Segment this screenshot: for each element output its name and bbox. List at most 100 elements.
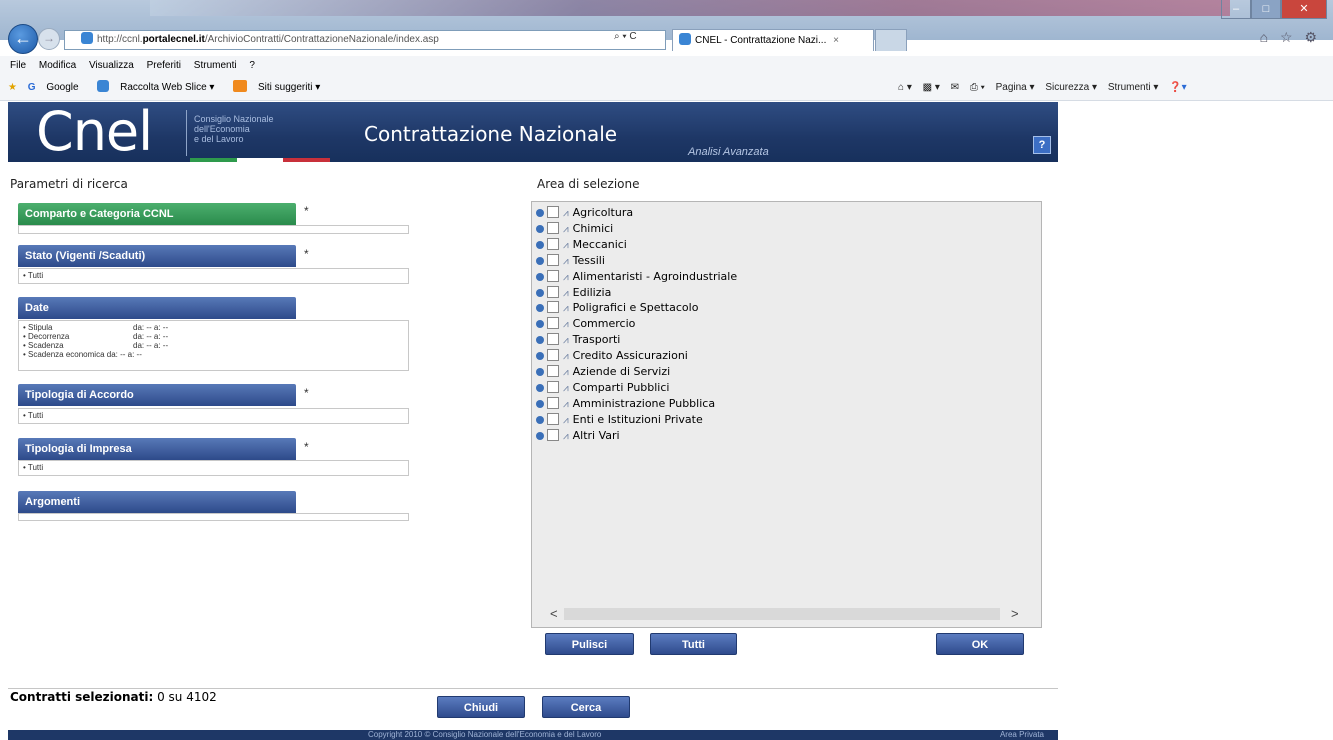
folder-icon: ⩘ xyxy=(563,287,569,299)
menu-visualizza[interactable]: Visualizza xyxy=(89,60,134,71)
menu-modifica[interactable]: Modifica xyxy=(39,60,76,71)
folder-icon: ⩘ xyxy=(563,367,569,378)
browser-tab[interactable]: CNEL - Contrattazione Nazi... × xyxy=(672,29,874,51)
tree-node-label: Meccanici xyxy=(572,237,627,251)
folder-icon: ⩘ xyxy=(563,398,569,410)
tree-checkbox[interactable] xyxy=(547,285,559,298)
tree-node[interactable]: ⩘ Trasporti xyxy=(536,332,620,348)
tutti-button[interactable]: Tutti xyxy=(650,633,737,655)
panel-comparto[interactable]: Comparto e Categoria CCNL xyxy=(18,203,296,225)
expand-icon[interactable] xyxy=(536,415,544,424)
horizontal-scrollbar[interactable]: < > xyxy=(548,606,1028,622)
close-window-icon[interactable]: ✕ xyxy=(1281,0,1327,19)
menu-pagina[interactable]: Pagina ▾ xyxy=(996,82,1035,93)
tree-node-label: Aziende di Servizi xyxy=(572,365,671,378)
panel-impresa[interactable]: Tipologia di Impresa xyxy=(18,438,296,460)
expand-icon[interactable] xyxy=(536,431,544,440)
tree-checkbox[interactable] xyxy=(547,269,559,282)
expand-icon[interactable] xyxy=(536,399,544,408)
scroll-track[interactable] xyxy=(564,608,1000,620)
tree-node[interactable]: ⩘ Enti e Istituzioni Private xyxy=(536,412,703,428)
chiudi-button[interactable]: Chiudi xyxy=(437,696,525,718)
expand-icon[interactable] xyxy=(536,320,544,329)
home-icon[interactable]: ⌂ ▾ xyxy=(898,82,912,93)
expand-icon[interactable] xyxy=(536,383,544,392)
tree-node[interactable]: ⩘ Credito Assicurazioni xyxy=(536,348,688,364)
tree-node[interactable]: ⩘ Commercio xyxy=(536,316,635,332)
tree-node[interactable]: ⩘ Comparti Pubblici xyxy=(536,380,669,396)
tree-checkbox[interactable] xyxy=(547,412,559,425)
menu-sicurezza[interactable]: Sicurezza ▾ xyxy=(1045,82,1097,93)
home-favorites-settings-icons[interactable]: ⌂ ☆ ⚙ xyxy=(1260,29,1321,46)
menu-strumenti[interactable]: Strumenti xyxy=(194,60,237,71)
area-privata-link[interactable]: Area Privata xyxy=(1000,730,1044,740)
expand-icon[interactable] xyxy=(536,288,544,297)
tree-checkbox[interactable] xyxy=(547,396,559,409)
category-tree[interactable]: ⩘ Agricoltura ⩘ Chimici ⩘ Meccanici ⩘ Tessili ⩘ A… xyxy=(531,201,1042,628)
panel-argomenti[interactable]: Argomenti xyxy=(18,491,296,513)
panel-accordo[interactable]: Tipologia di Accordo xyxy=(18,384,296,406)
tree-node[interactable]: ⩘ Meccanici xyxy=(536,237,627,253)
tree-node[interactable]: ⩘ Aziende di Servizi xyxy=(536,364,670,380)
menu-preferiti[interactable]: Preferiti xyxy=(147,60,181,71)
menu-file[interactable]: File xyxy=(10,60,26,71)
scroll-right-icon[interactable]: > xyxy=(1011,606,1019,621)
tree-checkbox[interactable] xyxy=(547,380,559,393)
tree-node[interactable]: ⩘ Altri Vari xyxy=(536,428,620,444)
expand-icon[interactable] xyxy=(536,272,544,281)
expand-icon[interactable] xyxy=(536,336,544,345)
tree-node[interactable]: ⩘ Alimentaristi - Agroindustriale xyxy=(536,269,737,285)
expand-icon[interactable] xyxy=(536,304,544,313)
scroll-left-icon[interactable]: < xyxy=(550,606,558,621)
tree-node[interactable]: ⩘ Tessili xyxy=(536,253,605,269)
tree-checkbox[interactable] xyxy=(547,317,559,330)
tree-checkbox[interactable] xyxy=(547,253,559,266)
help-button[interactable]: ? xyxy=(1033,136,1051,154)
tree-node[interactable]: ⩘ Edilizia xyxy=(536,285,611,301)
mail-icon[interactable]: ✉ xyxy=(951,82,959,93)
expand-icon[interactable] xyxy=(536,224,544,233)
forward-arrow-icon[interactable]: → xyxy=(38,28,60,50)
expand-icon[interactable] xyxy=(536,209,544,217)
expand-icon[interactable] xyxy=(536,256,544,265)
expand-icon[interactable] xyxy=(536,352,544,361)
tree-checkbox[interactable] xyxy=(547,237,559,250)
tree-node[interactable]: ⩘ Chimici xyxy=(536,221,613,237)
back-arrow-icon[interactable]: ← xyxy=(8,24,38,54)
favorites-star-icon[interactable]: ★ xyxy=(8,82,17,93)
print-icon[interactable]: ⎙ ▾ xyxy=(970,82,985,93)
panel-stato[interactable]: Stato (Vigenti /Scaduti) xyxy=(18,245,296,267)
fav-web-slice[interactable]: Raccolta Web Slice ▾ xyxy=(97,80,222,93)
panel-date[interactable]: Date xyxy=(18,297,296,319)
tree-node[interactable]: ⩘ Agricoltura xyxy=(536,205,633,221)
ie-icon xyxy=(97,80,110,92)
tree-checkbox[interactable] xyxy=(547,221,559,234)
tree-node[interactable]: ⩘ Poligrafici e Spettacolo xyxy=(536,300,698,316)
expand-icon[interactable] xyxy=(536,240,544,249)
feeds-icon[interactable]: ▩ ▾ xyxy=(923,82,940,93)
tab-close-icon[interactable]: × xyxy=(833,35,839,46)
stato-value: • Tutti xyxy=(23,271,44,280)
minimize-icon[interactable]: – xyxy=(1221,0,1251,19)
menu-strumenti-cmd[interactable]: Strumenti ▾ xyxy=(1108,82,1159,93)
tree-checkbox[interactable] xyxy=(547,349,559,362)
tree-node[interactable]: ⩘ Amministrazione Pubblica xyxy=(536,396,715,412)
help-icon[interactable]: ❓▾ xyxy=(1169,82,1186,93)
fav-google[interactable]: G Google xyxy=(28,82,87,93)
tree-checkbox[interactable] xyxy=(547,206,559,218)
ok-button[interactable]: OK xyxy=(936,633,1024,655)
tree-checkbox[interactable] xyxy=(547,333,559,346)
new-tab-button[interactable] xyxy=(875,29,907,51)
address-tools[interactable]: ⌕ ▾ C xyxy=(614,31,637,42)
tree-checkbox[interactable] xyxy=(547,301,559,314)
maximize-icon[interactable]: □ xyxy=(1251,0,1281,19)
selected-label: Contratti selezionati: xyxy=(10,690,154,704)
pulisci-button[interactable]: Pulisci xyxy=(545,633,634,655)
expand-icon[interactable] xyxy=(536,368,544,376)
fav-siti-suggeriti[interactable]: Siti suggeriti ▾ xyxy=(233,80,328,93)
cerca-button[interactable]: Cerca xyxy=(542,696,630,718)
address-bar[interactable]: http://ccnl.portalecnel.it/ArchivioContr… xyxy=(64,30,666,50)
menu-help[interactable]: ? xyxy=(249,60,255,71)
tree-checkbox[interactable] xyxy=(547,365,559,377)
tree-checkbox[interactable] xyxy=(547,428,559,441)
